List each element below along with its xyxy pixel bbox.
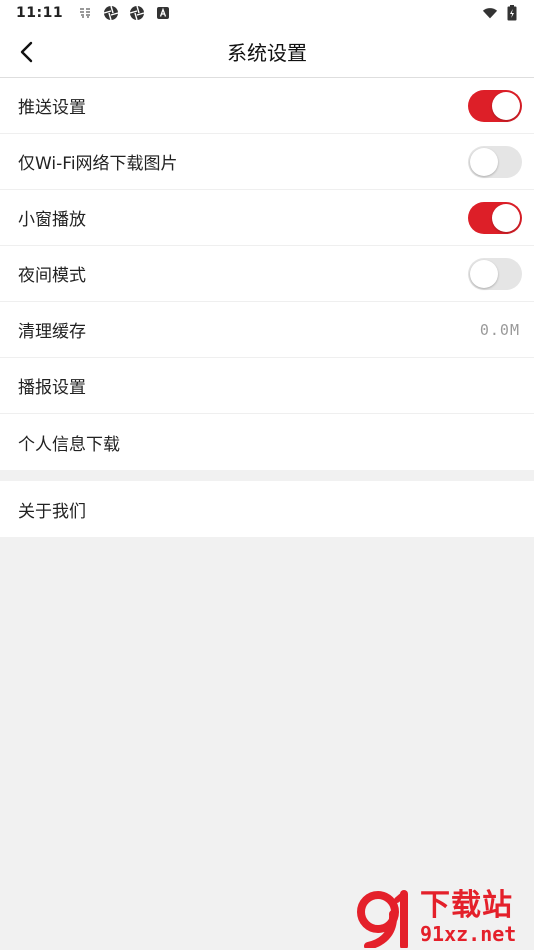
- setting-mini-window[interactable]: 小窗播放: [0, 190, 534, 246]
- wifi-icon: [482, 5, 498, 21]
- section-divider: [0, 470, 534, 481]
- settings-list: 推送设置 仅Wi-Fi网络下载图片 小窗播放 夜间模式 清理缓存 0.0M 播报…: [0, 78, 534, 470]
- about-section: 关于我们: [0, 481, 534, 537]
- setting-label: 关于我们: [18, 501, 86, 522]
- a-badge-icon: [155, 5, 171, 21]
- setting-label: 推送设置: [18, 98, 86, 118]
- setting-label: 播报设置: [18, 378, 86, 398]
- app-header: 系统设置: [0, 26, 534, 78]
- setting-label: 小窗播放: [18, 210, 86, 230]
- setting-broadcast[interactable]: 播报设置: [0, 358, 534, 414]
- cache-size: 0.0M: [479, 320, 520, 339]
- mini-window-toggle[interactable]: [468, 201, 522, 234]
- setting-wifi-only-images[interactable]: 仅Wi-Fi网络下载图片: [0, 134, 534, 190]
- app-notification-icon: [77, 5, 93, 21]
- setting-about-us[interactable]: 关于我们: [0, 481, 534, 537]
- setting-night-mode[interactable]: 夜间模式: [0, 246, 534, 302]
- push-toggle[interactable]: [468, 89, 522, 122]
- status-bar: 11:11: [0, 0, 534, 26]
- toggle-knob: [470, 147, 498, 176]
- toggle-knob: [470, 259, 498, 288]
- notification-icons: [77, 5, 171, 21]
- battery-charging-icon: [504, 5, 520, 21]
- system-icons: [482, 5, 520, 21]
- status-time: 11:11: [16, 5, 64, 21]
- aperture-icon: [129, 5, 145, 21]
- setting-label: 个人信息下载: [18, 434, 120, 455]
- watermark-url: 91xz.net: [420, 922, 517, 946]
- back-icon[interactable]: [10, 36, 42, 68]
- setting-push[interactable]: 推送设置: [0, 78, 534, 134]
- wifi-only-toggle[interactable]: [468, 145, 522, 178]
- watermark-91-icon: [357, 890, 408, 950]
- watermark-brand: 下载站: [420, 888, 513, 923]
- night-mode-toggle[interactable]: [468, 257, 522, 290]
- setting-clear-cache[interactable]: 清理缓存 0.0M: [0, 302, 534, 358]
- setting-label: 夜间模式: [18, 266, 86, 286]
- setting-label: 仅Wi-Fi网络下载图片: [18, 154, 178, 174]
- toggle-knob: [492, 203, 520, 232]
- setting-personal-info-download[interactable]: 个人信息下载: [0, 414, 534, 470]
- watermark-logo: 下载站 91xz.net: [356, 888, 528, 950]
- aperture-icon: [103, 5, 119, 21]
- setting-label: 清理缓存: [18, 322, 86, 342]
- page-title: 系统设置: [227, 41, 307, 65]
- toggle-knob: [492, 91, 520, 120]
